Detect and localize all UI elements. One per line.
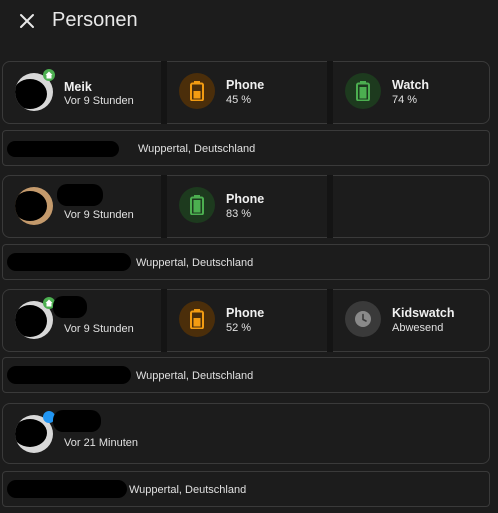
battery-icon bbox=[179, 301, 215, 337]
address-text: Wuppertal, Deutschland bbox=[129, 484, 247, 496]
address-row[interactable]: Wuppertal, Deutschland bbox=[2, 357, 490, 393]
device-name: Phone bbox=[226, 78, 265, 92]
person-card[interactable]: Vor 9 Stunden Phone 83 % bbox=[2, 175, 490, 238]
clock-icon bbox=[345, 301, 381, 337]
redaction bbox=[7, 141, 119, 157]
device-battery: 52 % bbox=[226, 322, 252, 334]
redaction bbox=[53, 296, 87, 318]
person-card[interactable]: Meik Vor 9 Stunden Phone 45 % Watch 74 % bbox=[2, 61, 490, 124]
device-cell[interactable]: Watch 74 % bbox=[333, 62, 489, 123]
last-seen: Vor 9 Stunden bbox=[64, 209, 134, 221]
device-battery: 45 % bbox=[226, 94, 252, 106]
address-text: Wuppertal, Deutschland bbox=[136, 257, 254, 269]
device-state: Abwesend bbox=[392, 322, 444, 334]
address-row[interactable]: Wuppertal, Deutschland bbox=[2, 244, 490, 280]
address-text: Wuppertal, Deutschland bbox=[138, 143, 256, 155]
battery-icon bbox=[179, 73, 215, 109]
device-battery: 74 % bbox=[392, 94, 418, 106]
device-battery: 83 % bbox=[226, 208, 252, 220]
battery-icon bbox=[179, 187, 215, 223]
device-cell[interactable]: Phone 52 % bbox=[167, 290, 327, 351]
redaction bbox=[53, 410, 101, 432]
person-cell[interactable]: Vor 21 Minuten bbox=[3, 404, 489, 463]
redaction bbox=[57, 184, 103, 206]
redaction bbox=[7, 253, 131, 271]
device-name: Watch bbox=[392, 78, 430, 92]
redaction bbox=[7, 480, 127, 498]
home-icon bbox=[43, 69, 55, 81]
device-name: Phone bbox=[226, 306, 265, 320]
address-row[interactable]: Wuppertal, Deutschland bbox=[2, 130, 490, 166]
person-card[interactable]: Vor 21 Minuten bbox=[2, 403, 490, 464]
close-icon[interactable] bbox=[16, 10, 38, 32]
battery-icon bbox=[345, 73, 381, 109]
dialog-header: Personen bbox=[0, 0, 498, 44]
person-card[interactable]: Vor 9 Stunden Phone 52 % Kidswatch Abwes… bbox=[2, 289, 490, 352]
device-cell[interactable]: Kidswatch Abwesend bbox=[333, 290, 489, 351]
device-cell[interactable]: Phone 45 % bbox=[167, 62, 327, 123]
person-cell[interactable]: Vor 9 Stunden bbox=[3, 176, 161, 237]
address-text: Wuppertal, Deutschland bbox=[136, 370, 254, 382]
person-name: Meik bbox=[64, 80, 92, 94]
page-title: Personen bbox=[52, 9, 138, 31]
address-row[interactable]: Wuppertal, Deutschland bbox=[2, 471, 490, 507]
last-seen: Vor 21 Minuten bbox=[64, 437, 138, 449]
last-seen: Vor 9 Stunden bbox=[64, 323, 134, 335]
person-cell[interactable]: Vor 9 Stunden bbox=[3, 290, 161, 351]
last-seen: Vor 9 Stunden bbox=[64, 95, 134, 107]
redaction bbox=[7, 366, 131, 384]
device-name: Kidswatch bbox=[392, 306, 455, 320]
avatar bbox=[15, 187, 53, 225]
divider bbox=[327, 175, 333, 238]
person-cell[interactable]: Meik Vor 9 Stunden bbox=[3, 62, 161, 123]
device-cell[interactable]: Phone 83 % bbox=[167, 176, 327, 237]
device-name: Phone bbox=[226, 192, 265, 206]
